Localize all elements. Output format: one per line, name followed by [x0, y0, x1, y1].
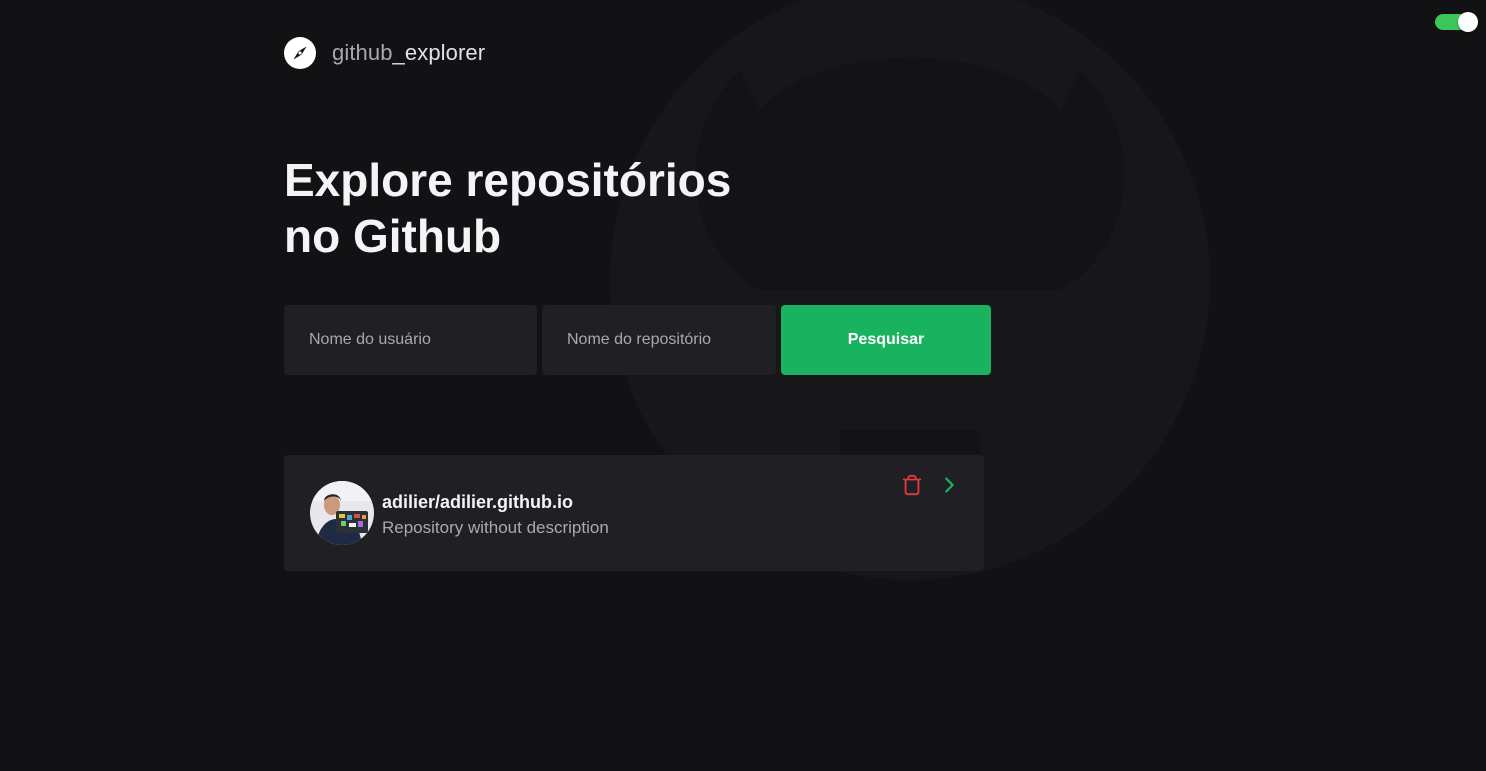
- repository-card[interactable]: adilier/adilier.github.io Repository wit…: [284, 455, 984, 571]
- compass-icon: [284, 37, 316, 69]
- app-name-suffix: _explorer: [392, 40, 486, 65]
- search-form: Pesquisar: [284, 305, 991, 375]
- repository-description: Repository without description: [382, 517, 609, 537]
- app-name: github_explorer: [332, 40, 485, 66]
- theme-toggle-switch[interactable]: [1435, 12, 1478, 32]
- toggle-knob: [1458, 12, 1478, 32]
- page-title-line-1: Explore repositórios: [284, 154, 732, 206]
- repository-list: adilier/adilier.github.io Repository wit…: [284, 455, 984, 571]
- repository-actions: [901, 474, 960, 496]
- app-logo: github_explorer: [284, 36, 485, 70]
- username-input[interactable]: [284, 305, 537, 375]
- repository-name: adilier/adilier.github.io: [382, 491, 574, 512]
- chevron-right-icon[interactable]: [938, 474, 960, 496]
- search-button[interactable]: Pesquisar: [781, 305, 991, 375]
- user-avatar: [310, 481, 374, 545]
- page-title-line-2: no Github: [284, 210, 502, 262]
- repository-info: adilier/adilier.github.io Repository wit…: [382, 491, 609, 538]
- page-title: Explore repositórios no Github: [284, 152, 764, 264]
- repository-input[interactable]: [542, 305, 776, 375]
- trash-icon[interactable]: [901, 474, 923, 496]
- app-name-prefix: github: [332, 40, 393, 65]
